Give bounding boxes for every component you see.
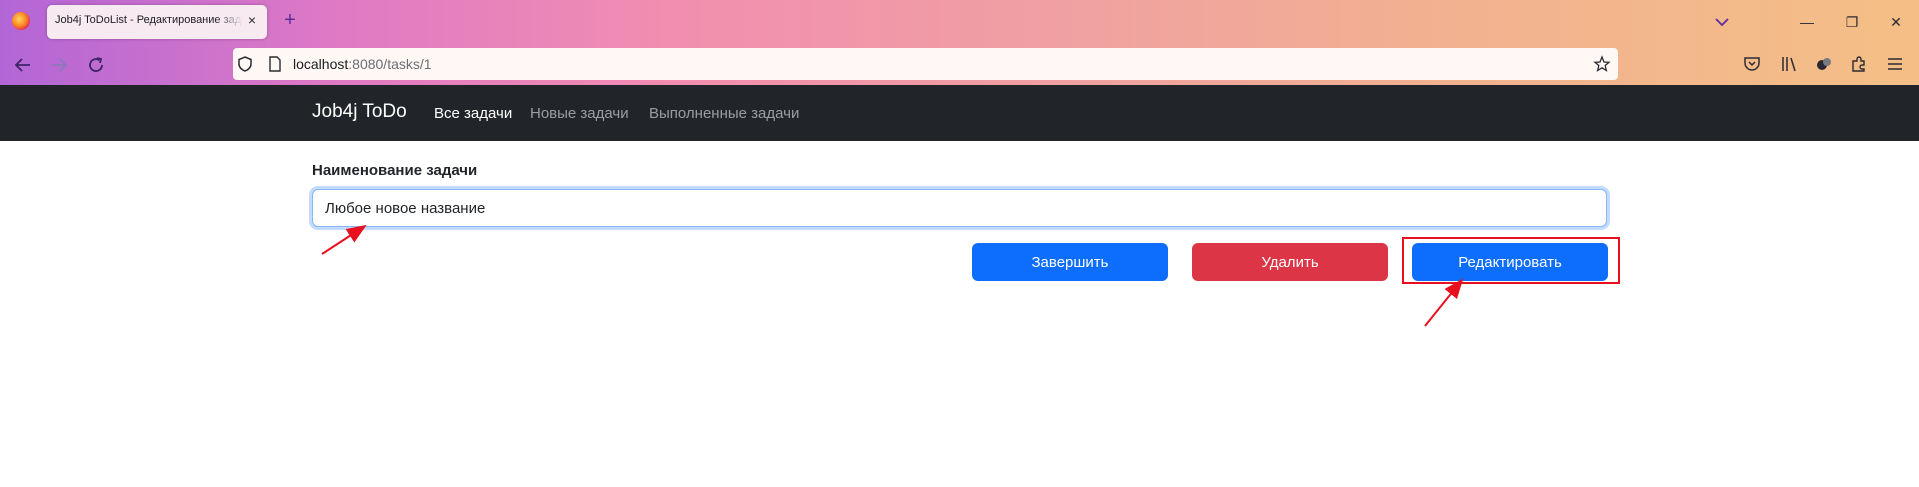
arrow-to-edit-button <box>1424 278 1464 327</box>
annotation-arrows <box>321 224 1464 327</box>
arrow-to-input <box>321 224 367 255</box>
